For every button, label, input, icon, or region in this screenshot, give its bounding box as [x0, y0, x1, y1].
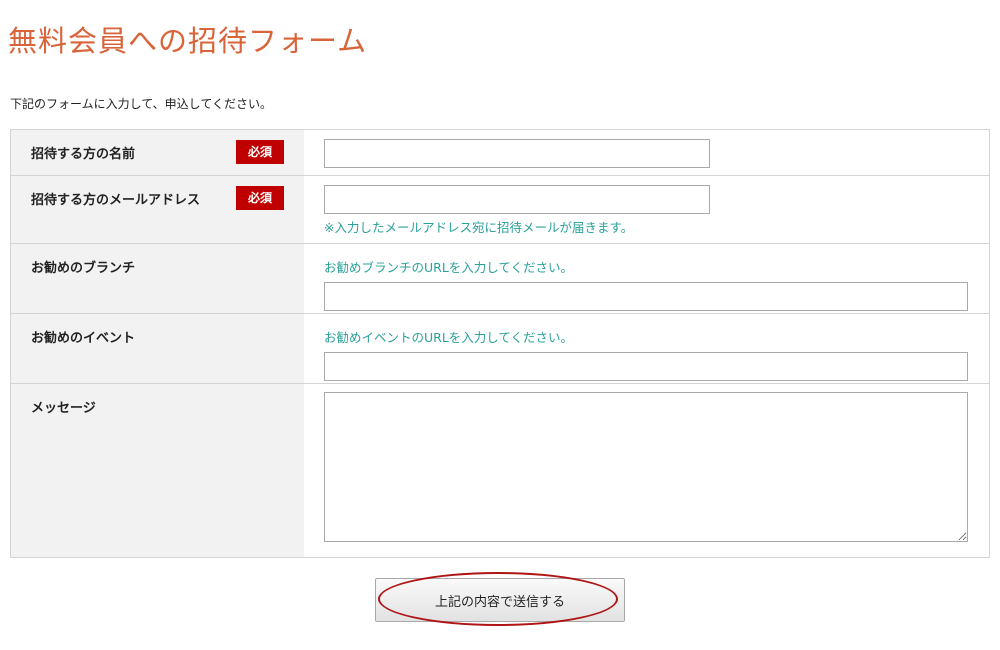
invitee-email-label: 招待する方のメールアドレス	[31, 193, 201, 208]
invite-form-page: 無料会員への招待フォーム 下記のフォームに入力して、申込してください。 招待する…	[0, 0, 1000, 650]
form-row-message: メッセージ	[10, 383, 990, 558]
field-input-cell: ※入力したメールアドレス宛に招待メールが届きます。	[304, 175, 990, 244]
recommended-event-hint: お勧めイベントのURLを入力してください。	[324, 330, 574, 345]
field-label-cell: お勧めのブランチ	[10, 243, 304, 314]
form-row-recommended-event: お勧めのイベント お勧めイベントのURLを入力してください。	[10, 313, 990, 384]
field-label-cell: メッセージ	[10, 383, 304, 558]
recommended-event-input[interactable]	[324, 352, 968, 381]
required-badge: 必須	[236, 186, 284, 210]
recommended-branch-label: お勧めのブランチ	[31, 261, 136, 276]
recommended-branch-hint: お勧めブランチのURLを入力してください。	[324, 260, 574, 275]
field-input-cell: お勧めイベントのURLを入力してください。	[304, 313, 990, 384]
required-badge: 必須	[236, 140, 284, 164]
message-label: メッセージ	[31, 401, 96, 416]
intro-text: 下記のフォームに入力して、申込してください。	[10, 97, 272, 111]
invite-form-table: 招待する方の名前 必須 招待する方のメールアドレス 必須 ※入力したメールアドレ…	[10, 129, 990, 558]
recommended-event-label: お勧めのイベント	[31, 331, 136, 346]
invitee-email-input[interactable]	[324, 185, 710, 214]
form-row-invitee-name: 招待する方の名前 必須	[10, 129, 990, 176]
field-input-cell: お勧めブランチのURLを入力してください。	[304, 243, 990, 314]
field-input-cell	[304, 129, 990, 176]
message-textarea[interactable]	[324, 392, 968, 542]
field-input-cell	[304, 383, 990, 558]
page-title: 無料会員への招待フォーム	[8, 24, 368, 58]
field-label-cell: 招待する方の名前 必須	[10, 129, 304, 176]
field-label-cell: 招待する方のメールアドレス 必須	[10, 175, 304, 244]
recommended-branch-input[interactable]	[324, 282, 968, 311]
invitee-name-label: 招待する方の名前	[31, 147, 136, 162]
submit-button[interactable]: 上記の内容で送信する	[375, 578, 625, 622]
form-row-invitee-email: 招待する方のメールアドレス 必須 ※入力したメールアドレス宛に招待メールが届きま…	[10, 175, 990, 244]
invitee-name-input[interactable]	[324, 139, 710, 168]
field-label-cell: お勧めのイベント	[10, 313, 304, 384]
invitee-email-hint: ※入力したメールアドレス宛に招待メールが届きます。	[324, 220, 634, 235]
form-row-recommended-branch: お勧めのブランチ お勧めブランチのURLを入力してください。	[10, 243, 990, 314]
